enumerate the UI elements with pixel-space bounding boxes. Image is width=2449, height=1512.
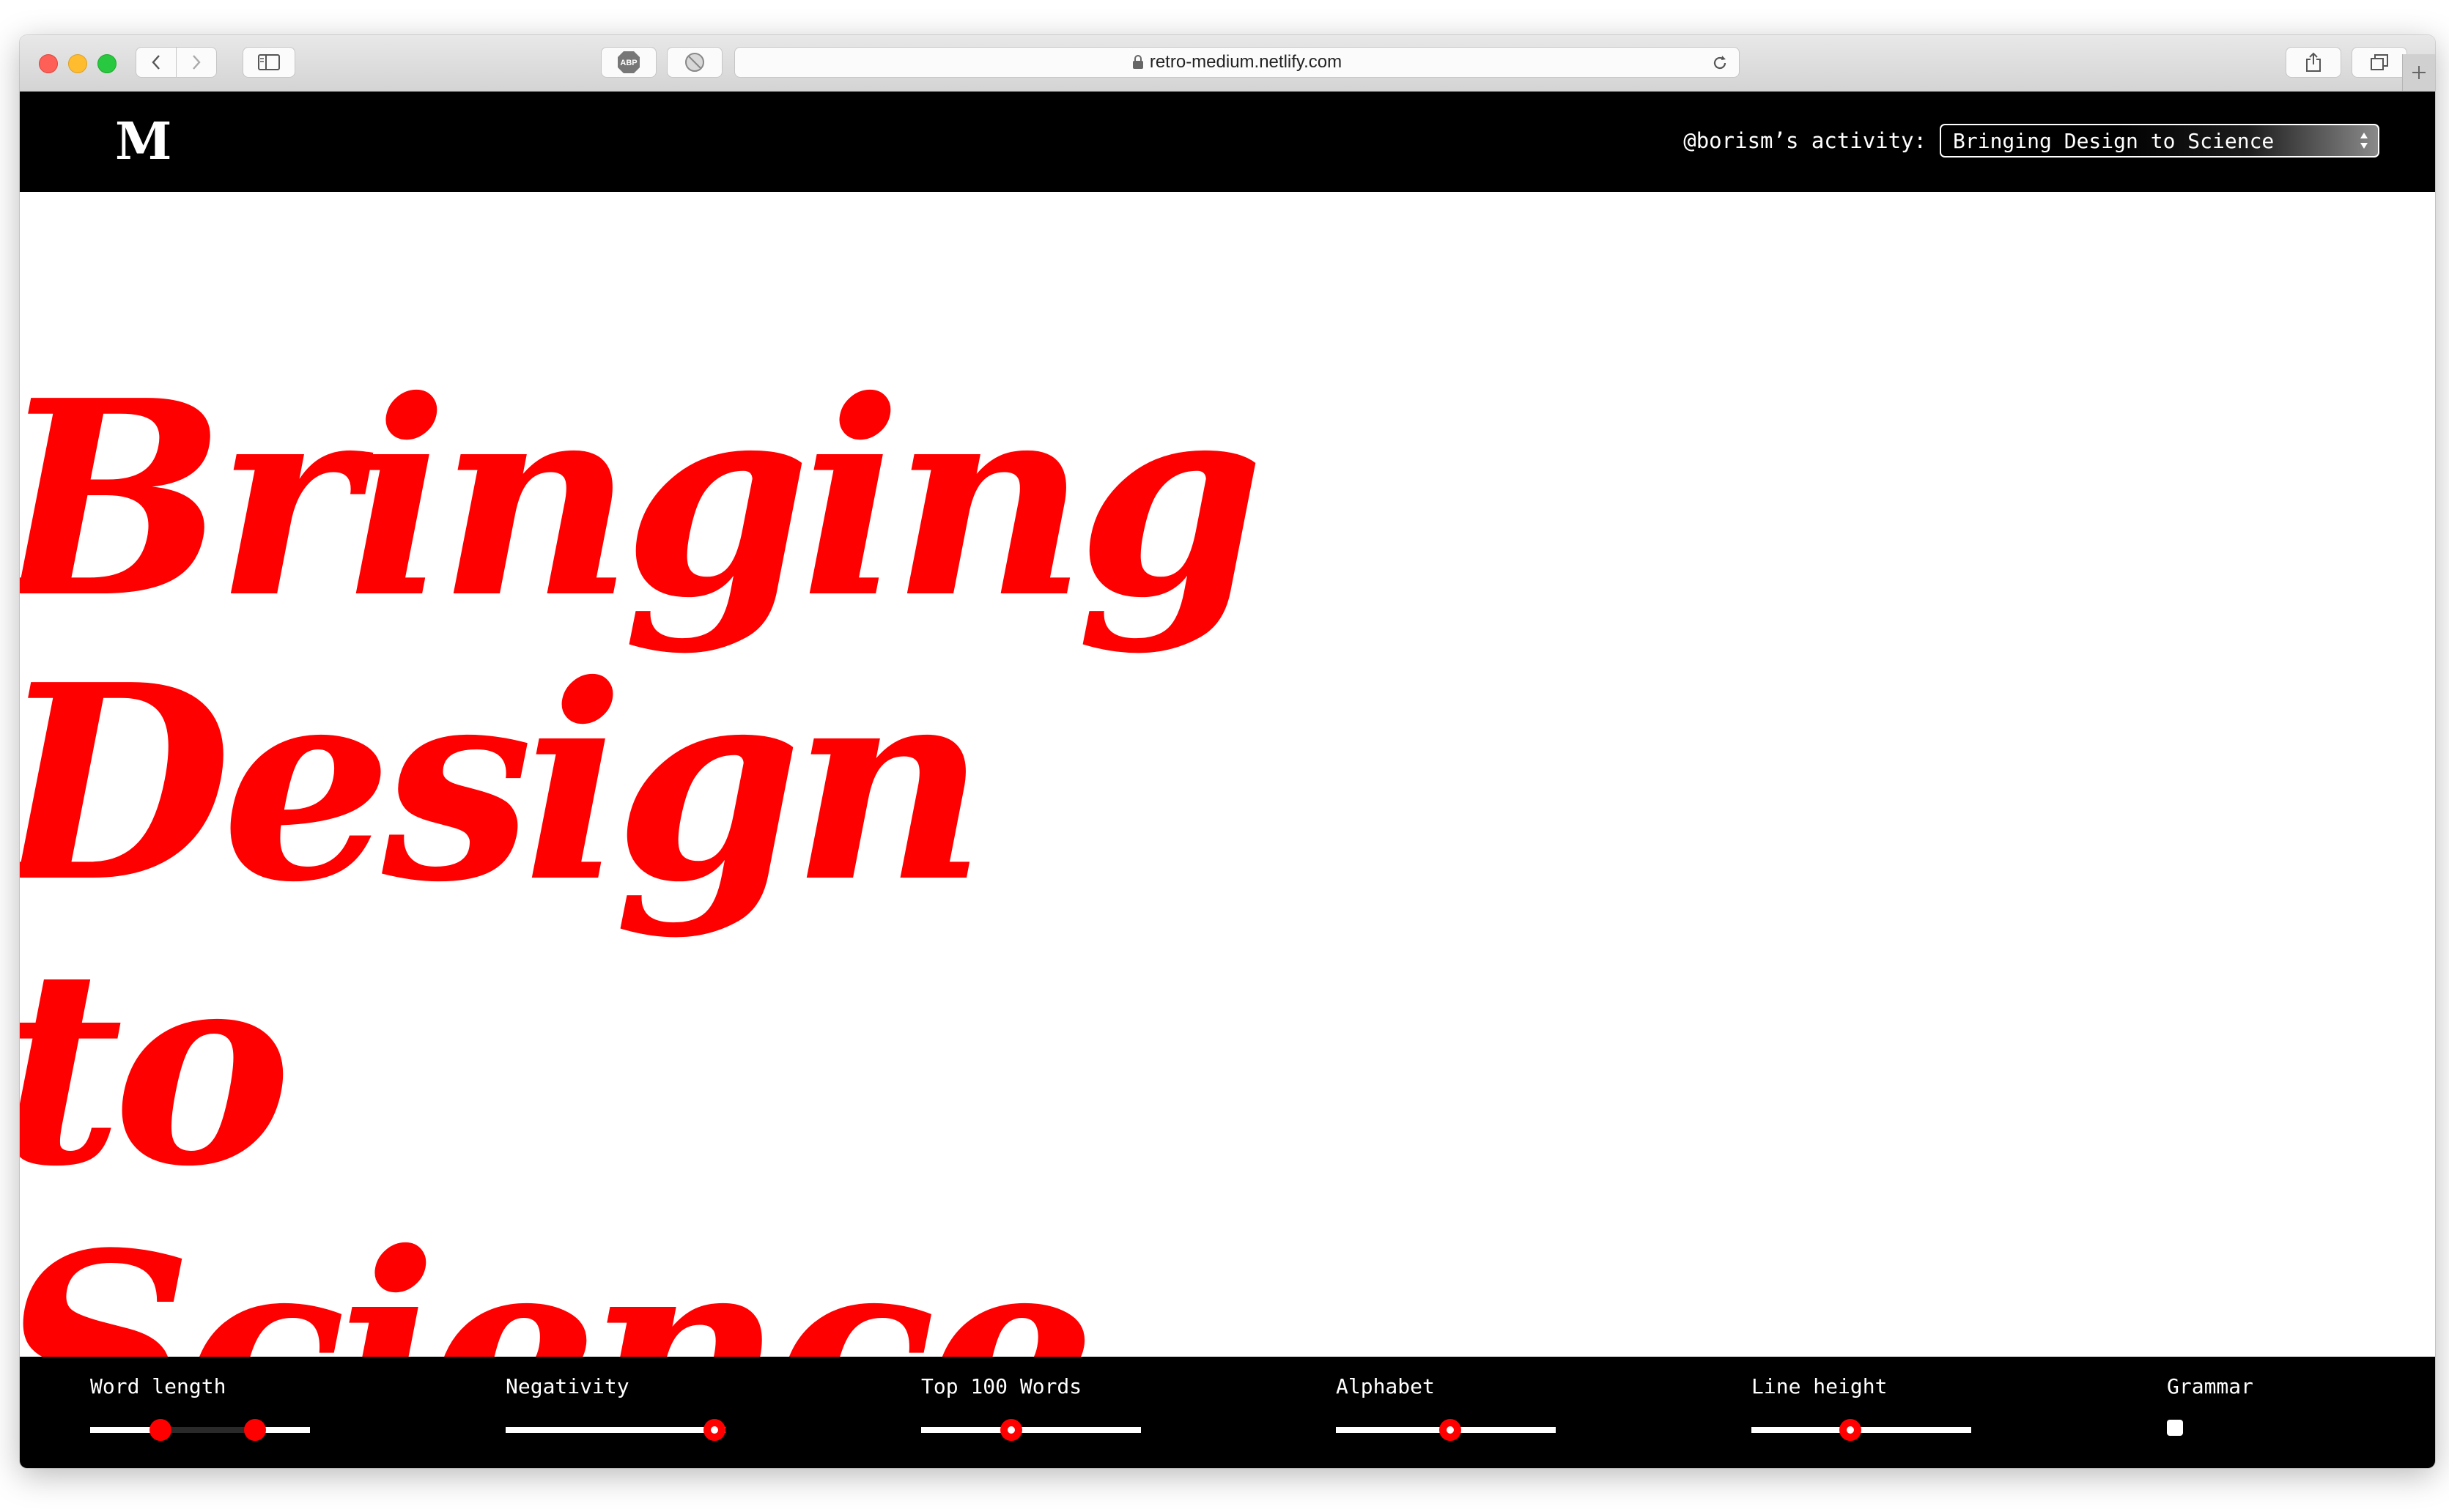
- word-length-min-thumb[interactable]: [149, 1419, 171, 1441]
- activity-label: @borism’s activity:: [1683, 128, 1927, 153]
- word-length-control: Word length: [90, 1374, 310, 1441]
- hero-line-2: Design to: [20, 626, 986, 1226]
- line-height-label: Line height: [1751, 1374, 1888, 1398]
- share-button[interactable]: [2286, 47, 2341, 78]
- negativity-thumb[interactable]: [703, 1419, 725, 1441]
- minimize-window-button[interactable]: [68, 54, 87, 73]
- adblock-button[interactable]: ABP: [601, 47, 657, 78]
- story-select-value: Bringing Design to Science: [1953, 128, 2275, 153]
- line-height-control: Line height: [1751, 1374, 1971, 1441]
- select-arrows-icon: [2360, 133, 2368, 149]
- zoom-window-button[interactable]: [97, 54, 117, 73]
- alphabet-label: Alphabet: [1336, 1374, 1435, 1398]
- top-100-words-label: Top 100 Words: [921, 1374, 1082, 1398]
- forward-button[interactable]: [176, 47, 217, 78]
- url-text: retro-medium.netlify.com: [1149, 52, 1342, 72]
- story-select[interactable]: Bringing Design to Science: [1940, 124, 2379, 158]
- browser-toolbar: ABP retro-medium.netlify.com: [20, 35, 2435, 92]
- new-tab-icon: [2412, 66, 2426, 79]
- svg-text:ABP: ABP: [620, 59, 637, 67]
- sidebar-button[interactable]: [243, 47, 295, 78]
- controls-bar: Word length Negativity Top 100 Words Alp…: [20, 1357, 2435, 1468]
- top-100-words-thumb[interactable]: [1000, 1419, 1022, 1441]
- blocker-button[interactable]: [667, 47, 723, 78]
- top-100-words-slider[interactable]: [921, 1419, 1141, 1441]
- tabs-icon: [2371, 54, 2388, 70]
- blocker-icon: [685, 53, 704, 72]
- line-height-thumb[interactable]: [1839, 1419, 1861, 1441]
- back-button[interactable]: [136, 47, 177, 78]
- site-header: M @borism’s activity: Bringing Design to…: [20, 92, 2435, 192]
- grammar-label: Grammar: [2167, 1374, 2254, 1398]
- history-nav: [136, 47, 218, 78]
- forward-icon: [193, 55, 201, 70]
- negativity-label: Negativity: [506, 1374, 629, 1398]
- sidebar-icon: [258, 54, 280, 70]
- hero-section: Bringing Design to Science: [20, 192, 2435, 1390]
- grammar-control: Grammar: [2167, 1374, 2253, 1436]
- activity-picker: @borism’s activity: Bringing Design to S…: [1683, 124, 2379, 158]
- negativity-slider[interactable]: [506, 1419, 725, 1441]
- hero-line-1: Bringing: [20, 342, 1264, 657]
- alphabet-thumb[interactable]: [1439, 1419, 1461, 1441]
- show-tabs-button[interactable]: [2352, 47, 2407, 78]
- share-icon: [2306, 52, 2321, 72]
- word-length-max-thumb[interactable]: [244, 1419, 266, 1441]
- reload-icon[interactable]: [1711, 54, 1729, 72]
- adblock-icon: ABP: [618, 51, 640, 73]
- browser-window: ABP retro-medium.netlify.com M @borism’s…: [20, 35, 2435, 1468]
- word-length-range-fill: [160, 1427, 255, 1433]
- alphabet-control: Alphabet: [1336, 1374, 1556, 1441]
- grammar-checkbox[interactable]: [2167, 1420, 2183, 1436]
- word-length-slider[interactable]: [90, 1419, 310, 1441]
- new-tab-button[interactable]: [2402, 54, 2435, 91]
- lock-icon: [1132, 55, 1143, 69]
- back-icon: [152, 55, 160, 70]
- close-window-button[interactable]: [39, 54, 58, 73]
- top-100-words-control: Top 100 Words: [921, 1374, 1141, 1441]
- line-height-slider[interactable]: [1751, 1419, 1971, 1441]
- alphabet-slider[interactable]: [1336, 1419, 1556, 1441]
- address-bar[interactable]: retro-medium.netlify.com: [734, 47, 1740, 78]
- medium-logo[interactable]: M: [115, 112, 171, 171]
- hero-title: Bringing Design to Science: [20, 357, 1318, 1390]
- negativity-control: Negativity: [506, 1374, 725, 1441]
- word-length-label: Word length: [90, 1374, 226, 1398]
